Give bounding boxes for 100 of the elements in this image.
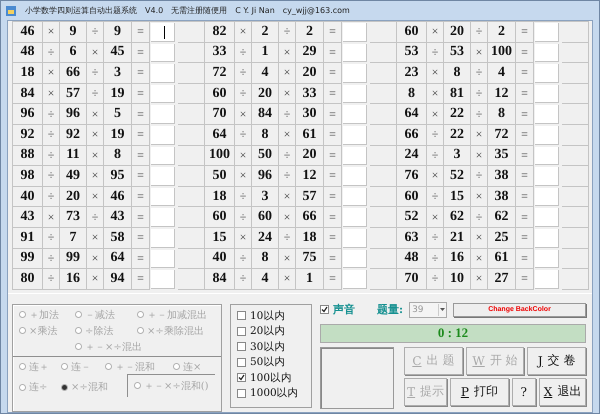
answer-field[interactable] <box>343 126 367 145</box>
answer-field[interactable] <box>535 270 559 289</box>
operator-cell: ÷ <box>43 104 60 125</box>
operator-cell: × <box>427 84 444 104</box>
number-cell: 96 <box>60 104 87 125</box>
answer-field[interactable] <box>151 126 175 145</box>
number-cell: 8 <box>252 124 279 146</box>
answer-field[interactable] <box>151 84 175 104</box>
table-cell <box>178 166 205 187</box>
window-title: C Y. Ji Nan <box>235 6 275 15</box>
number-cell: 66 <box>397 124 427 146</box>
number-cell: 27 <box>488 269 516 290</box>
answer-field[interactable] <box>151 250 175 268</box>
operator-cell: × <box>43 22 60 43</box>
answer-field[interactable] <box>151 64 175 83</box>
answer-field[interactable] <box>535 208 559 227</box>
answer-field[interactable] <box>151 167 175 186</box>
answer-field[interactable] <box>535 126 559 145</box>
mode-radio[interactable]: 连× <box>173 360 221 374</box>
mode-radio[interactable]: ＋－×÷混和() <box>127 374 215 397</box>
range-checkbox[interactable]: 10以内 <box>237 308 311 323</box>
answer-field[interactable] <box>343 84 367 104</box>
range-checkbox[interactable]: 50以内 <box>237 355 311 370</box>
range-checkbox[interactable]: 30以内 <box>237 340 311 354</box>
answer-field[interactable] <box>343 23 367 42</box>
mode-radio[interactable]: ＋－加减混出 <box>137 308 227 322</box>
answer-field[interactable] <box>343 167 367 186</box>
answer-field[interactable] <box>343 228 367 248</box>
table-cell <box>562 186 589 208</box>
equals-cell: = <box>132 84 150 104</box>
operator-cell: × <box>427 104 444 125</box>
answer-field[interactable] <box>151 44 175 62</box>
action-button[interactable]: ? <box>512 378 536 406</box>
answer-field[interactable] <box>343 208 367 227</box>
table-cell <box>562 42 589 64</box>
answer-field[interactable] <box>535 105 559 124</box>
number-cell: 48 <box>13 42 43 64</box>
action-button[interactable]: J 交 卷 <box>527 346 586 375</box>
answer-field[interactable] <box>535 44 559 62</box>
mode-radio[interactable]: 连－ <box>61 360 105 374</box>
operator-cell: × <box>87 104 104 125</box>
answer-field[interactable] <box>151 208 175 227</box>
answer-field[interactable] <box>151 23 175 42</box>
answer-field[interactable] <box>535 23 559 42</box>
number-cell: 40 <box>205 248 235 270</box>
answer-field[interactable] <box>151 228 175 248</box>
answer-field[interactable] <box>151 105 175 124</box>
action-button[interactable]: P 打印 <box>450 378 508 406</box>
table-cell <box>370 166 397 187</box>
range-checkbox[interactable]: 100以内 <box>237 370 311 385</box>
answer-field[interactable] <box>343 64 367 83</box>
count-dropdown[interactable]: 39 <box>409 302 448 318</box>
operator-cell: ÷ <box>427 42 444 64</box>
operator-cell: × <box>427 166 444 187</box>
answer-field[interactable] <box>535 228 559 248</box>
number-cell: 33 <box>205 42 235 64</box>
answer-field[interactable] <box>343 44 367 62</box>
mode-radio[interactable]: 连÷ <box>19 378 61 397</box>
answer-field[interactable] <box>151 188 175 206</box>
number-cell: 24 <box>397 146 427 166</box>
number-cell: 25 <box>488 228 516 249</box>
table-cell <box>562 248 589 270</box>
answer-field[interactable] <box>343 188 367 206</box>
answer-field[interactable] <box>151 270 175 289</box>
number-cell: 60 <box>252 207 279 228</box>
range-checkbox[interactable]: 20以内 <box>237 324 311 338</box>
answer-field[interactable] <box>343 105 367 124</box>
table-cell <box>562 207 589 228</box>
mode-radio[interactable]: ＋－×÷混出 <box>75 340 227 354</box>
equals-cell: = <box>132 124 150 146</box>
mode-radio[interactable]: ×÷乘除混出 <box>137 324 227 338</box>
mode-radio[interactable]: －减法 <box>75 308 137 322</box>
number-cell: 10 <box>444 269 471 290</box>
answer-field[interactable] <box>535 64 559 83</box>
answer-field[interactable] <box>343 250 367 268</box>
answer-field[interactable] <box>535 250 559 268</box>
answer-field[interactable] <box>535 167 559 186</box>
operator-cell: ÷ <box>471 207 488 228</box>
mode-radio[interactable]: 连＋ <box>19 360 61 374</box>
mode-radio[interactable]: ＋加法 <box>19 308 75 322</box>
range-checkbox[interactable]: 1000以内 <box>237 386 311 400</box>
answer-field[interactable] <box>535 84 559 104</box>
mode-radio[interactable]: ＋－混和 <box>105 360 173 374</box>
answer-field[interactable] <box>535 146 559 166</box>
operator-cell: ÷ <box>235 42 252 64</box>
answer-field[interactable] <box>343 146 367 166</box>
mode-radio[interactable]: ×÷混和 <box>61 378 127 397</box>
operator-cell: × <box>235 166 252 187</box>
sound-checkbox[interactable] <box>320 305 329 314</box>
number-cell: 46 <box>13 22 43 43</box>
mode-radio[interactable]: ×乘法 <box>19 324 75 338</box>
number-cell: 2 <box>296 22 324 43</box>
operator-cell: × <box>279 248 296 270</box>
answer-field[interactable] <box>151 146 175 166</box>
action-button[interactable]: X 退出 <box>539 378 586 406</box>
mode-radio[interactable]: ÷除法 <box>75 324 137 338</box>
answer-field[interactable] <box>535 188 559 206</box>
equals-cell: = <box>516 207 534 228</box>
equals-cell: = <box>516 146 534 166</box>
answer-field[interactable] <box>343 270 367 289</box>
